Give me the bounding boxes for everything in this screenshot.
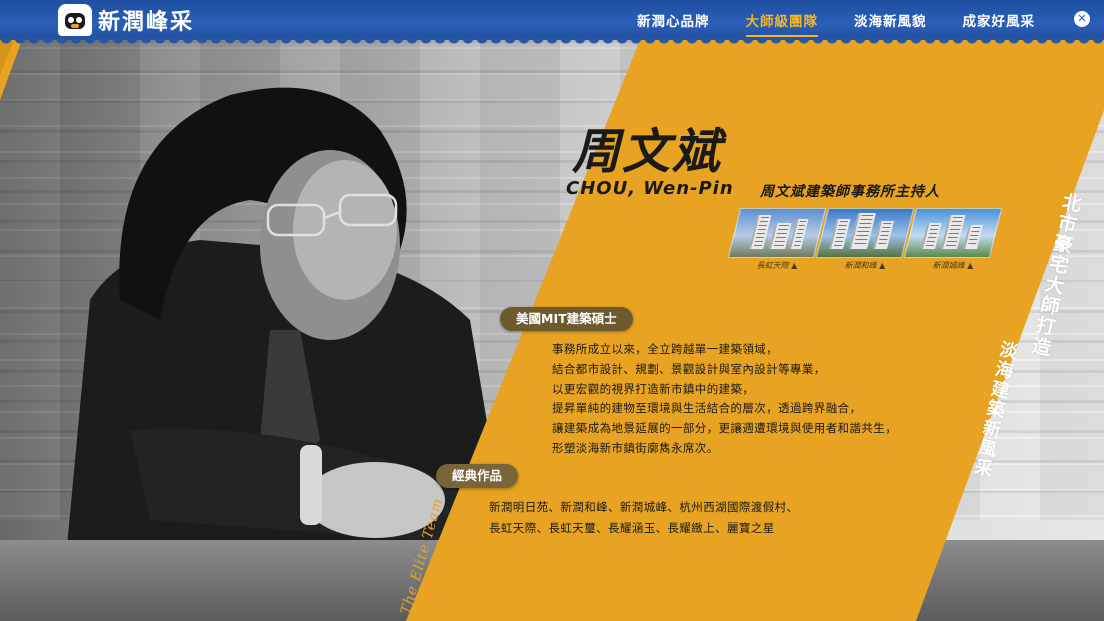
architect-name-chinese: 周文斌 (572, 124, 723, 180)
mascot-icon (58, 4, 92, 36)
building-photo (815, 208, 915, 258)
bio-line: 結合都市設計、規劃、景觀設計與室內設計等專業， (552, 361, 826, 376)
works-line: 新潤明日苑、新潤和峰、新潤城峰、杭州西湖國際渡假村、 (489, 500, 799, 514)
bio-line: 事務所成立以來，全立跨越單一建築領域， (552, 342, 779, 356)
project-thumb-3[interactable]: 新潤城峰 ▲ (903, 208, 1003, 271)
bio-line: 以更宏觀的視界打造新市鎮中的建築， (552, 381, 755, 396)
logo-text: 新潤峰采 (98, 9, 195, 35)
architect-role: 周文斌建築師事務所主持人 (760, 184, 940, 200)
classic-works-list: 新潤明日苑、新潤和峰、新潤城峰、杭州西湖國際渡假村、 長虹天際、長虹天璽、長耀涵… (489, 497, 798, 539)
project-thumb-label: 新潤和峰 ▲ (844, 261, 886, 270)
top-navigation-bar: 新潤峰采 新潤心品牌 大師級團隊 淡海新風貌 成家好風采 ✕ (0, 0, 1104, 46)
nav-item-team[interactable]: 大師級團隊 (745, 6, 819, 37)
works-line: 長虹天際、長虹天璽、長耀涵玉、長耀緻上、麗寶之星 (489, 521, 775, 535)
nav-item-brand[interactable]: 新潤心品牌 (637, 6, 710, 34)
bio-line: 提昇單純的建物至環境與生活結合的層次，透過跨界融合， (552, 401, 862, 416)
building-photo (903, 208, 1003, 258)
biography-text: 事務所成立以來，全立跨越單一建築領域， 結合都市設計、規劃、景觀設計與室內設計等… (552, 340, 897, 459)
degree-label: 美國MIT建築碩士 (500, 307, 633, 331)
brand-logo[interactable]: 新潤峰采 (58, 4, 194, 36)
architect-name-english: CHOU, Wen-Pin (566, 178, 734, 199)
project-thumb-label: 長虹天際 ▲ (756, 261, 798, 270)
close-icon[interactable]: ✕ (1074, 11, 1090, 27)
project-thumbnails: 長虹天際 ▲ 新潤和峰 ▲ 新潤城峰 ▲ (727, 208, 1003, 271)
project-thumb-1[interactable]: 長虹天際 ▲ (727, 208, 827, 271)
main-nav: 新潤心品牌 大師級團隊 淡海新風貌 成家好風采 (637, 0, 1035, 40)
building-photo (727, 208, 827, 258)
project-thumb-2[interactable]: 新潤和峰 ▲ (815, 208, 915, 271)
nav-item-danhai[interactable]: 淡海新風貌 (854, 6, 927, 34)
project-thumb-label: 新潤城峰 ▲ (932, 261, 974, 270)
bio-line: 形塑淡海新市鎮街廓雋永席次。 (552, 440, 719, 455)
bio-line: 讓建築成為地景延展的一部分，更讓週遭環境與使用者和諧共生， (552, 421, 898, 436)
classic-works-label: 經典作品 (436, 464, 519, 488)
nav-item-home[interactable]: 成家好風采 (963, 6, 1036, 34)
